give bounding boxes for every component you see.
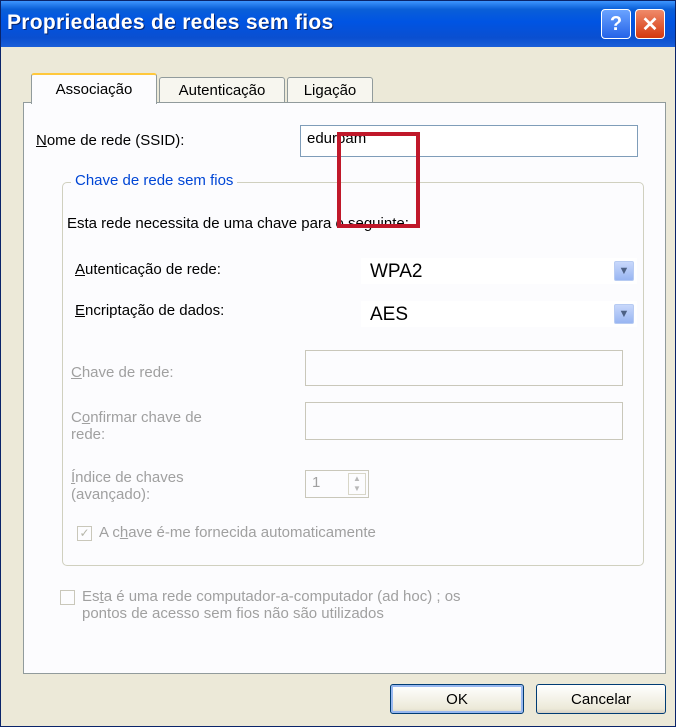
key-index-spinner[interactable]: 1 ▲ ▼ xyxy=(305,470,369,498)
network-key-label: Chave de rede: xyxy=(71,364,174,381)
encryption-select[interactable]: AES ▼ xyxy=(361,301,637,327)
help-icon[interactable]: ? xyxy=(601,9,631,39)
tab-ligacao[interactable]: Ligação xyxy=(287,77,373,103)
dialog-window: Propriedades de redes sem fios ? ✕ Assoc… xyxy=(0,0,676,727)
highlight-box xyxy=(337,132,420,228)
cancel-button[interactable]: Cancelar xyxy=(536,684,666,714)
adhoc-checkbox[interactable] xyxy=(60,590,75,605)
key-index-label: Índice de chaves (avançado): xyxy=(71,469,184,503)
chevron-down-icon[interactable]: ▼ xyxy=(614,261,634,281)
window-title: Propriedades de redes sem fios xyxy=(7,11,334,34)
key-index-value: 1 xyxy=(312,474,321,491)
group-title: Chave de rede sem fios xyxy=(71,172,238,189)
auth-label: Autenticação de rede: xyxy=(75,261,221,278)
auto-key-label: A chave é-me fornecida automaticamente xyxy=(99,524,376,541)
title-bar[interactable]: Propriedades de redes sem fios ? ✕ xyxy=(1,1,675,47)
network-key-group: Chave de rede sem fios Esta rede necessi… xyxy=(62,172,644,566)
adhoc-label: Esta é uma rede computador-a-computador … xyxy=(82,588,461,622)
close-icon[interactable]: ✕ xyxy=(635,9,665,39)
spinner-arrows-icon[interactable]: ▲ ▼ xyxy=(348,473,366,495)
tab-autenticacao[interactable]: Autenticação xyxy=(159,77,285,103)
auth-select[interactable]: WPA2 ▼ xyxy=(361,258,637,284)
auto-key-checkbox[interactable]: ✓ xyxy=(77,526,92,541)
ok-button[interactable]: OK xyxy=(390,684,524,714)
chevron-down-icon[interactable]: ▼ xyxy=(614,304,634,324)
confirm-key-input[interactable] xyxy=(305,402,623,440)
network-key-input[interactable] xyxy=(305,350,623,386)
confirm-key-label: Confirmar chave de rede: xyxy=(71,409,202,443)
ssid-label: Nome de rede (SSID): xyxy=(36,132,185,149)
auth-value: WPA2 xyxy=(370,261,423,282)
encryption-value: AES xyxy=(370,304,409,325)
encryption-label: Encriptação de dados: xyxy=(75,302,225,319)
tab-associacao[interactable]: Associação xyxy=(31,73,157,104)
